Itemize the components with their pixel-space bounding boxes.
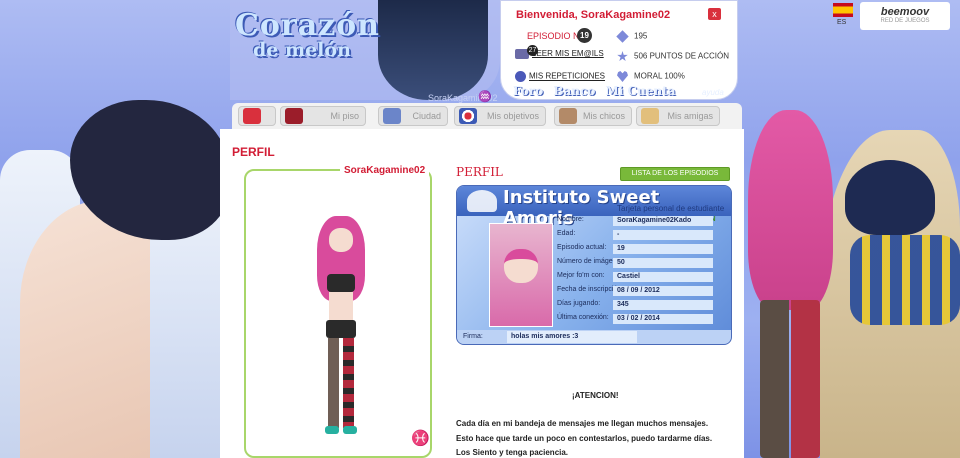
unread-count-badge: 27 — [527, 45, 538, 56]
signature-value: holas mis amores :3 — [507, 331, 637, 343]
card-subtitle: Tarjeta personal de estudiante — [617, 204, 725, 213]
heart-icon — [617, 71, 628, 82]
diamonds-stat: 195 — [616, 30, 647, 43]
beemoov-brand: beemoov — [880, 6, 930, 18]
pisces-icon: ♓ — [411, 430, 430, 447]
student-id-card: Instituto Sweet Amoris Tarjeta personal … — [456, 185, 732, 345]
notice-heading: ¡ATENCION! — [572, 391, 619, 400]
forum-link[interactable]: Foro — [513, 84, 543, 98]
spain-flag-icon[interactable] — [833, 3, 853, 17]
profile-content: PERFIL ♓ SoraKagamine02 PERFIL LISTA DE … — [220, 129, 744, 458]
nav-my-boys[interactable]: Mis chicos — [554, 106, 632, 126]
nav-my-flat[interactable]: Mi piso — [280, 106, 366, 126]
action-points-stat: 506 PUNTOS DE ACCIÓN — [617, 51, 729, 62]
beemoov-caption: RED DE JUEGOS — [880, 18, 930, 24]
notice-line-3: Los Siento y tenga paciencia. — [456, 448, 569, 457]
nav-home[interactable] — [238, 106, 276, 126]
diamond-icon — [616, 30, 629, 43]
site-logo[interactable]: Corazón de melón — [235, 8, 380, 61]
background-art-girl-legs — [760, 300, 820, 458]
bottom-links: Foro Banco Mi Cuenta — [513, 84, 682, 98]
background-art-girl — [748, 110, 833, 310]
bank-link[interactable]: Banco — [553, 84, 595, 98]
id-photo — [489, 223, 553, 327]
my-account-link[interactable]: Mi Cuenta — [606, 84, 676, 98]
replay-icon — [515, 71, 526, 82]
background-art-scarf — [850, 235, 960, 325]
episodes-list-button[interactable]: LISTA DE LOS EPISODIOS — [620, 167, 730, 181]
signature-label: Firma: — [463, 333, 483, 340]
language-label: ES — [837, 19, 847, 26]
morale-stat: MORAL 100% — [617, 71, 685, 82]
signature-row: Firma: holas mis amores :3 — [457, 330, 731, 344]
avatar-card: ♓ — [244, 169, 432, 458]
episode-number-badge: 19 — [577, 28, 592, 43]
page-title: PERFIL — [232, 145, 275, 159]
notice-line-1: Cada día en mi bandeja de mensajes me ll… — [456, 419, 709, 428]
cupcake-icon — [467, 190, 497, 212]
beemoov-logo[interactable]: beemoov RED DE JUEGOS — [860, 2, 950, 30]
notice-line-2: Esto hace que tarde un poco en contestar… — [456, 434, 713, 443]
aquarius-icon: ♒ — [478, 91, 492, 103]
help-link[interactable]: ayuda — [702, 88, 724, 97]
close-button[interactable]: x — [708, 8, 721, 20]
avatar-name: SoraKagamine02 — [340, 163, 430, 178]
welcome-text: Bienvenida, SoraKagamine02 — [516, 9, 671, 21]
sofa-icon — [285, 108, 303, 124]
boy-icon — [559, 108, 577, 124]
avatar-figure — [311, 216, 371, 441]
my-replays-link[interactable]: MIS REPETICIONES — [515, 71, 605, 82]
building-icon — [383, 108, 401, 124]
nav-city[interactable]: Ciudad — [378, 106, 448, 126]
nav-my-goals[interactable]: Mis objetivos — [454, 106, 546, 126]
home-icon — [243, 108, 261, 124]
star-icon — [617, 51, 628, 62]
logo-line-1: Corazón — [235, 8, 380, 43]
profile-subtitle: PERFIL — [456, 165, 503, 179]
header-character-art — [378, 0, 488, 100]
girl-icon — [641, 108, 659, 124]
nav-my-friends[interactable]: Mis amigas — [636, 106, 720, 126]
main-navigation: Mi piso Ciudad Mis objetivos Mis chicos … — [232, 103, 742, 129]
target-icon — [459, 108, 477, 124]
background-art-boy-hair — [845, 160, 935, 235]
